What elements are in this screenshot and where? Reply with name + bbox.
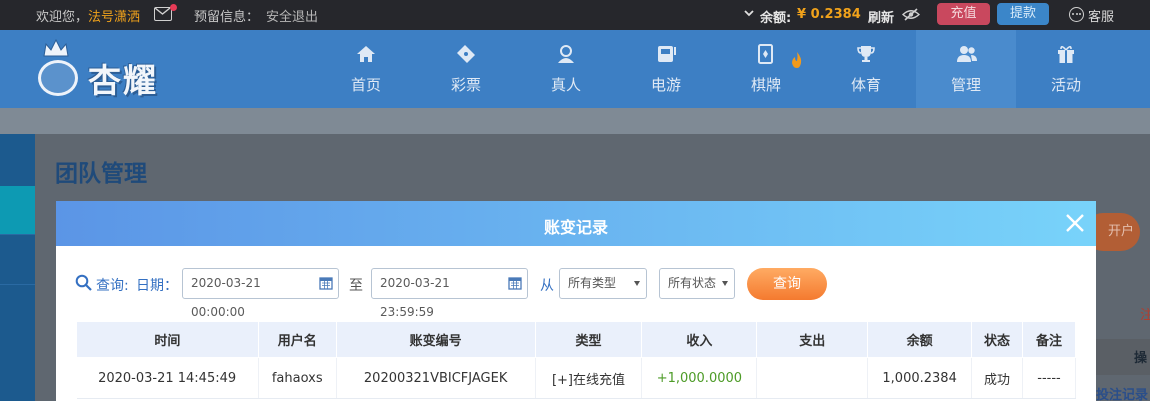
site-logo[interactable]: 杏耀 (36, 38, 186, 100)
cell-type: [+]在线充值 (535, 357, 643, 399)
dealer-icon (558, 45, 574, 63)
type-select[interactable]: 所有类型 (559, 268, 647, 299)
table-row[interactable]: 2020-03-21 14:45:49 fahaoxs 20200321VBIC… (76, 357, 1076, 399)
calendar-icon[interactable] (319, 276, 333, 290)
modal-title: 账变记录 (543, 218, 608, 237)
end-date-input[interactable]: 2020-03-21 23:59:59 (371, 268, 528, 319)
start-date-value: 2020-03-21 00:00:00 (191, 276, 261, 319)
cell-remark: ----- (1022, 357, 1076, 399)
chevron-down-icon[interactable] (744, 8, 754, 18)
transaction-records-modal: 账变记录 查询: 日期： 2020-03-21 00:00:00 至 2020-… (56, 201, 1096, 401)
query-button[interactable]: 查询 (747, 268, 827, 300)
to-label: 至 (349, 278, 363, 294)
calendar-icon[interactable] (508, 276, 522, 290)
nav-label: 体育 (850, 76, 881, 94)
column-header: 用户名 (257, 321, 337, 358)
withdraw-button[interactable]: 提款 (997, 3, 1049, 25)
top-bar: 欢迎您，法号潇洒 预留信息： 安全退出 余额: ¥ 0.2384 刷新 充值 提… (0, 0, 1150, 30)
logo-text: 杏耀 (88, 61, 158, 100)
unread-dot-icon (170, 4, 177, 11)
cell-expense (756, 357, 869, 399)
nav-label: 活动 (1050, 76, 1081, 94)
sidebar-divider (0, 234, 35, 235)
customer-service-link[interactable]: 客服 (1088, 6, 1114, 25)
nav-slots[interactable]: 电游 (616, 30, 716, 108)
table-header-row: 时间 用户名 账变编号 类型 收入 支出 余额 状态 备注 (76, 321, 1076, 358)
caret-down-icon (722, 281, 728, 286)
username[interactable]: 法号潇洒 (88, 10, 140, 25)
eye-hidden-icon[interactable] (902, 8, 920, 21)
nav-label: 首页 (350, 76, 381, 94)
page-title: 团队管理 (55, 161, 147, 187)
cards-icon (758, 44, 773, 64)
type-select-value: 所有类型 (568, 276, 617, 290)
end-date-value: 2020-03-21 23:59:59 (380, 276, 450, 319)
hot-flame-icon (792, 52, 802, 68)
transaction-table: 时间 用户名 账变编号 类型 收入 支出 余额 状态 备注 2020-03-21… (76, 321, 1076, 399)
nav-live-casino[interactable]: 真人 (516, 30, 616, 108)
nav-label: 管理 (950, 76, 981, 94)
bet-records-link: 投注记录 (1096, 388, 1149, 401)
mail-icon[interactable] (154, 7, 172, 21)
column-header: 支出 (756, 321, 869, 358)
chat-bubble-icon[interactable] (1069, 7, 1084, 22)
nav-promotions[interactable]: 活动 (1016, 30, 1116, 108)
crown-icon (43, 38, 69, 57)
search-icon (75, 274, 92, 291)
column-header: 备注 (1022, 321, 1076, 358)
cell-transaction-id: 20200321VBICFJAGEK (336, 357, 536, 399)
cell-username: fahaoxs (258, 357, 337, 399)
gift-icon (1058, 45, 1074, 63)
column-header: 账变编号 (335, 321, 536, 358)
nav-label: 棋牌 (750, 76, 781, 94)
logout-link[interactable]: 安全退出 (266, 6, 318, 25)
overlay-strip (0, 108, 1150, 134)
sidebar-divider (0, 284, 35, 285)
sidebar-item-active[interactable] (0, 186, 35, 234)
balance-value: ¥ 0.2384 (797, 7, 861, 22)
caret-down-icon (634, 281, 640, 286)
query-label: 查询: (96, 278, 129, 294)
nav-lottery[interactable]: 彩票 (416, 30, 516, 108)
background-note-text: 注 (1140, 308, 1150, 323)
users-icon (957, 46, 977, 62)
home-icon (357, 46, 375, 62)
refresh-button[interactable]: 刷新 (868, 7, 894, 26)
sidebar (0, 134, 35, 401)
column-header: 状态 (971, 321, 1024, 358)
cell-status: 成功 (971, 357, 1024, 399)
nav-label: 电游 (650, 76, 681, 94)
welcome-text: 欢迎您，法号潇洒 (36, 10, 141, 25)
status-select[interactable]: 所有状态 (659, 268, 735, 299)
column-header: 收入 (641, 321, 758, 358)
column-header: 类型 (534, 321, 643, 358)
date-label: 日期： (136, 278, 178, 294)
nav-home[interactable]: 首页 (316, 30, 416, 108)
recharge-button[interactable]: 充值 (937, 3, 990, 25)
nav-label: 真人 (550, 76, 581, 94)
reserve-info-label: 预留信息： (194, 10, 260, 25)
nav-cards[interactable]: 棋牌 (716, 30, 816, 108)
balance-label: 余额: (760, 11, 792, 26)
column-header: 余额 (867, 321, 973, 358)
cell-time: 2020-03-21 14:45:49 (76, 357, 259, 399)
column-header: 时间 (76, 321, 259, 358)
cell-balance: 1,000.2384 (867, 357, 973, 399)
logo-emblem-icon (38, 60, 78, 96)
ticket-icon (457, 45, 475, 63)
main-header: 杏耀 首页 彩票 真人 电游 棋牌 体育 管理 活动 (0, 30, 1150, 108)
cell-income: +1,000.0000 (641, 357, 758, 399)
nav-label: 彩票 (450, 76, 481, 94)
nav-management[interactable]: 管理 (916, 30, 1016, 108)
background-column-label: 操 (1134, 351, 1148, 366)
status-select-value: 所有状态 (668, 276, 717, 290)
start-date-input[interactable]: 2020-03-21 00:00:00 (182, 268, 339, 319)
modal-header: 账变记录 (56, 201, 1096, 246)
trophy-icon (857, 46, 875, 62)
slot-icon (658, 46, 676, 62)
from-label: 从 (540, 278, 554, 294)
nav-sports[interactable]: 体育 (816, 30, 916, 108)
close-icon[interactable] (1064, 212, 1086, 234)
